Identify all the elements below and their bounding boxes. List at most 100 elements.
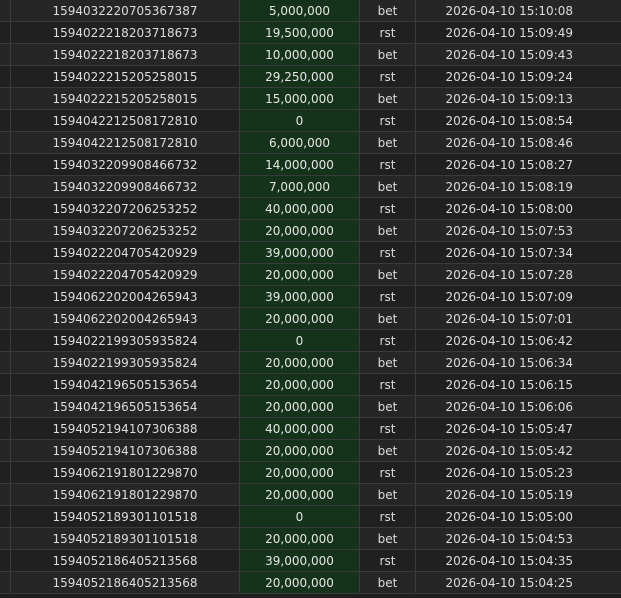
transaction-table: 1594032220705367387 5,000,000 bet 2026-04-1… xyxy=(0,0,621,594)
row-gutter xyxy=(0,286,11,307)
transaction-id-cell: 1594022199305935824 xyxy=(11,352,240,373)
table-row[interactable]: 1594062202004265943 20,000,000 bet 2026-04-… xyxy=(0,308,621,330)
table-row[interactable]: 1594052186405213568 39,000,000 rst 2026-04-… xyxy=(0,550,621,572)
timestamp-cell: 2026-04-10 15:06:06 xyxy=(445,400,573,414)
timestamp-cell: 2026-04-10 15:08:46 xyxy=(445,136,573,150)
type-cell: bet xyxy=(360,0,416,21)
table-row[interactable]: 1594062191801229870 20,000,000 rst 2026-04-… xyxy=(0,462,621,484)
timestamp-cell: 2026-04-10 15:08:54 xyxy=(445,114,573,128)
amount-cell: 0 xyxy=(240,330,360,351)
table-row[interactable]: 1594022215205258015 15,000,000 bet 2026-04-… xyxy=(0,88,621,110)
row-gutter xyxy=(0,330,11,351)
type-cell: rst xyxy=(360,242,416,263)
amount-cell: 5,000,000 xyxy=(240,0,360,21)
timestamp-cell: 2026-04-10 15:05:47 xyxy=(445,422,573,436)
transaction-id-cell: 1594022218203718673 xyxy=(11,44,240,65)
amount-cell: 39,000,000 xyxy=(240,242,360,263)
row-gutter xyxy=(0,484,11,505)
timestamp-cell: 2026-04-10 15:07:09 xyxy=(445,290,573,304)
table-row[interactable]: 1594022215205258015 29,250,000 rst 2026-04-… xyxy=(0,66,621,88)
timestamp-cell: 2026-04-10 15:07:34 xyxy=(445,246,573,260)
table-row[interactable]: 1594052194107306388 20,000,000 bet 2026-04-… xyxy=(0,440,621,462)
amount-cell: 20,000,000 xyxy=(240,572,360,593)
timestamp-cell: 2026-04-10 15:10:08 xyxy=(445,4,573,18)
transaction-id-cell: 1594042196505153654 xyxy=(11,374,240,395)
transaction-id-cell: 1594052186405213568 xyxy=(11,572,240,593)
row-gutter xyxy=(0,176,11,197)
timestamp-cell: 2026-04-10 15:05:23 xyxy=(445,466,573,480)
type-cell: bet xyxy=(360,396,416,417)
amount-cell: 20,000,000 xyxy=(240,484,360,505)
type-cell: rst xyxy=(360,198,416,219)
timestamp-cell: 2026-04-10 15:04:35 xyxy=(445,554,573,568)
type-cell: rst xyxy=(360,374,416,395)
type-cell: bet xyxy=(360,176,416,197)
table-row[interactable]: 1594042212508172810 6,000,000 bet 2026-04-1… xyxy=(0,132,621,154)
table-row[interactable]: 1594052186405213568 20,000,000 bet 2026-04-… xyxy=(0,572,621,594)
row-gutter xyxy=(0,66,11,87)
amount-cell: 20,000,000 xyxy=(240,220,360,241)
timestamp-cell: 2026-04-10 15:09:24 xyxy=(445,70,573,84)
type-cell: rst xyxy=(360,418,416,439)
table-row[interactable]: 1594022199305935824 20,000,000 bet 2026-04-… xyxy=(0,352,621,374)
amount-cell: 15,000,000 xyxy=(240,88,360,109)
type-cell: rst xyxy=(360,286,416,307)
type-cell: rst xyxy=(360,22,416,43)
transaction-id-cell: 1594052194107306388 xyxy=(11,418,240,439)
row-gutter xyxy=(0,308,11,329)
table-row[interactable]: 1594032207206253252 40,000,000 rst 2026-04-… xyxy=(0,198,621,220)
table-row[interactable]: 1594032207206253252 20,000,000 bet 2026-04-… xyxy=(0,220,621,242)
amount-cell: 20,000,000 xyxy=(240,528,360,549)
transaction-id-cell: 1594022215205258015 xyxy=(11,88,240,109)
table-row[interactable]: 1594062202004265943 39,000,000 rst 2026-04-… xyxy=(0,286,621,308)
row-gutter xyxy=(0,550,11,571)
table-row[interactable]: 1594042196505153654 20,000,000 rst 2026-04-… xyxy=(0,374,621,396)
transaction-id-cell: 1594042196505153654 xyxy=(11,396,240,417)
type-cell: bet xyxy=(360,528,416,549)
transaction-id-cell: 1594062191801229870 xyxy=(11,462,240,483)
timestamp-cell: 2026-04-10 15:04:25 xyxy=(445,576,573,590)
type-cell: bet xyxy=(360,88,416,109)
row-gutter xyxy=(0,352,11,373)
table-row[interactable]: 1594052189301101518 0 rst 2026-04-10 15:05:… xyxy=(0,506,621,528)
table-row[interactable]: 1594032220705367387 5,000,000 bet 2026-04-1… xyxy=(0,0,621,22)
row-gutter xyxy=(0,572,11,593)
transaction-id-cell: 1594062191801229870 xyxy=(11,484,240,505)
table-row[interactable]: 1594022199305935824 0 rst 2026-04-10 15:06:… xyxy=(0,330,621,352)
table-row[interactable]: 1594052189301101518 20,000,000 bet 2026-04-… xyxy=(0,528,621,550)
transaction-id-cell: 1594022199305935824 xyxy=(11,330,240,351)
table-row[interactable]: 1594022218203718673 10,000,000 bet 2026-04-… xyxy=(0,44,621,66)
type-cell: bet xyxy=(360,352,416,373)
timestamp-cell: 2026-04-10 15:04:53 xyxy=(445,532,573,546)
transaction-id-cell: 1594032207206253252 xyxy=(11,198,240,219)
transaction-id-cell: 1594022215205258015 xyxy=(11,66,240,87)
table-row[interactable]: 1594022204705420929 39,000,000 rst 2026-04-… xyxy=(0,242,621,264)
amount-cell: 20,000,000 xyxy=(240,462,360,483)
type-cell: rst xyxy=(360,462,416,483)
row-gutter xyxy=(0,198,11,219)
table-row[interactable]: 1594032209908466732 7,000,000 bet 2026-04-1… xyxy=(0,176,621,198)
table-row[interactable]: 1594042212508172810 0 rst 2026-04-10 15:08:… xyxy=(0,110,621,132)
table-row[interactable]: 1594042196505153654 20,000,000 bet 2026-04-… xyxy=(0,396,621,418)
table-row[interactable]: 1594052194107306388 40,000,000 rst 2026-04-… xyxy=(0,418,621,440)
type-cell: bet xyxy=(360,440,416,461)
type-cell: bet xyxy=(360,264,416,285)
type-cell: rst xyxy=(360,506,416,527)
type-cell: bet xyxy=(360,308,416,329)
amount-cell: 7,000,000 xyxy=(240,176,360,197)
amount-cell: 20,000,000 xyxy=(240,440,360,461)
table-row[interactable]: 1594022204705420929 20,000,000 bet 2026-04-… xyxy=(0,264,621,286)
timestamp-cell: 2026-04-10 15:08:00 xyxy=(445,202,573,216)
table-row[interactable]: 1594032209908466732 14,000,000 rst 2026-04-… xyxy=(0,154,621,176)
timestamp-cell: 2026-04-10 15:09:43 xyxy=(445,48,573,62)
table-row[interactable]: 1594062191801229870 20,000,000 bet 2026-04-… xyxy=(0,484,621,506)
row-gutter xyxy=(0,132,11,153)
timestamp-cell: 2026-04-10 15:08:19 xyxy=(445,180,573,194)
transaction-id-cell: 1594052194107306388 xyxy=(11,440,240,461)
row-gutter xyxy=(0,220,11,241)
timestamp-cell: 2026-04-10 15:06:42 xyxy=(445,334,573,348)
amount-cell: 10,000,000 xyxy=(240,44,360,65)
timestamp-cell: 2026-04-10 15:06:15 xyxy=(445,378,573,392)
amount-cell: 20,000,000 xyxy=(240,374,360,395)
table-row[interactable]: 1594022218203718673 19,500,000 rst 2026-04-… xyxy=(0,22,621,44)
